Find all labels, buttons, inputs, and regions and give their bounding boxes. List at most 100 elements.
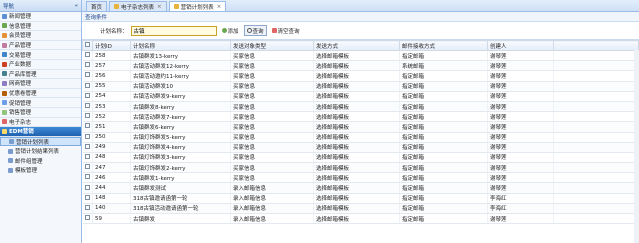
row-select-cell[interactable] <box>82 203 93 215</box>
sidebar-subitem[interactable]: 邮件组管理 <box>0 156 81 166</box>
table-row[interactable]: 253 古镇群发8-kerry 买家信息 选择邮箱模板 指定邮箱 谢琴莲 <box>82 101 639 113</box>
table-row[interactable]: 244 古镇群发测试 录入邮箱信息 选择邮箱模板 指定邮箱 谢琴莲 <box>82 182 639 194</box>
sidebar-subitem[interactable]: 营销计划结果列表 <box>0 146 81 156</box>
select-all-cell[interactable] <box>82 40 93 51</box>
table-row[interactable]: 256 古镇活动邀约11-kerry 买家信息 选择邮箱模板 指定邮箱 谢琴莲 <box>82 70 639 82</box>
sidebar-item[interactable]: 新闻管理 <box>0 12 81 22</box>
sidebar-item[interactable]: 产品管理 <box>0 41 81 51</box>
table-row[interactable]: 249 古镇灯饰群发4-kerry 买家信息 选择邮箱模板 指定邮箱 谢琴莲 <box>82 142 639 153</box>
column-header[interactable]: 发送方式 <box>313 40 400 51</box>
table-cell-empty <box>553 101 639 113</box>
clear-icon <box>271 28 277 33</box>
row-select-cell[interactable] <box>82 182 93 194</box>
sidebar-item[interactable]: 会员管理 <box>0 31 81 41</box>
row-checkbox[interactable] <box>84 103 90 109</box>
row-checkbox[interactable] <box>84 143 90 149</box>
row-checkbox[interactable] <box>84 215 90 221</box>
sidebar-subitem[interactable]: 营销计划列表 <box>0 136 81 147</box>
row-select-cell[interactable] <box>82 50 93 62</box>
close-icon[interactable]: × <box>217 4 222 10</box>
row-checkbox[interactable] <box>84 62 90 68</box>
close-icon[interactable]: × <box>157 4 162 10</box>
table-cell-empty <box>553 111 639 123</box>
table-row[interactable]: 246 古镇群发1-kerry 买家信息 选择邮箱模板 指定邮箱 谢琴莲 <box>82 172 639 184</box>
table-row[interactable]: 252 古镇活动群发7-kerry 买家信息 选择邮箱模板 指定邮箱 谢琴莲 <box>82 111 639 123</box>
row-select-cell[interactable] <box>82 162 93 174</box>
tab[interactable]: 营销计划列表 × <box>168 1 227 11</box>
column-header[interactable]: 计划名称 <box>130 40 231 51</box>
table-cell: 古镇活动群发9-kerry <box>130 91 231 102</box>
row-select-cell[interactable] <box>82 142 93 153</box>
column-header[interactable]: 计划ID <box>92 40 131 51</box>
column-header[interactable]: 发送对象类型 <box>230 40 314 51</box>
sidebar-group-edm[interactable]: EDM营销 <box>0 127 81 137</box>
table-row[interactable]: 258 古镇群发13-kerry 买家信息 选择邮箱模板 指定邮箱 谢琴莲 <box>82 50 639 62</box>
row-checkbox[interactable] <box>84 113 90 119</box>
table-row[interactable]: 148 318古镇邀请函第一轮 录入邮箱信息 选择邮箱模板 指定邮箱 李海红 <box>82 193 639 204</box>
row-select-cell[interactable] <box>82 91 93 102</box>
sidebar-item[interactable]: 优惠卷管理 <box>0 89 81 99</box>
row-checkbox[interactable] <box>84 123 90 129</box>
column-header[interactable]: 创建人 <box>487 40 554 51</box>
table-row[interactable]: 251 古镇群发6-kerry 买家信息 选择邮箱模板 指定邮箱 谢琴莲 <box>82 121 639 133</box>
sidebar-item[interactable]: 促销管理 <box>0 98 81 108</box>
collapse-icon[interactable]: « <box>75 3 78 9</box>
select-all-checkbox[interactable] <box>85 42 90 47</box>
query-button[interactable]: 查询 <box>243 25 267 36</box>
tab[interactable]: 首页 <box>86 1 108 11</box>
row-checkbox[interactable] <box>84 82 90 88</box>
menu-icon <box>2 42 7 48</box>
table-row[interactable]: 248 古镇灯饰群发3-kerry 买家信息 选择邮箱模板 指定邮箱 谢琴莲 <box>82 152 639 164</box>
table-cell: 古镇灯饰群发5-kerry <box>130 132 231 143</box>
table-cell: 148 <box>92 193 131 204</box>
table-row[interactable]: 59 古镇群发 录入邮箱信息 选择邮箱模板 指定邮箱 谢琴莲 <box>82 213 639 225</box>
row-checkbox[interactable] <box>84 92 90 98</box>
table-row[interactable]: 254 古镇活动群发9-kerry 买家信息 选择邮箱模板 指定邮箱 谢琴莲 <box>82 91 639 102</box>
row-select-cell[interactable] <box>82 111 93 123</box>
table-row[interactable]: 257 古镇活动群发12-kerry 买家信息 选择邮箱模板 系统邮箱 谢琴莲 <box>82 60 639 72</box>
sidebar-item[interactable]: 电子杂志 <box>0 118 81 128</box>
vertical-scrollbar[interactable] <box>634 50 639 243</box>
table-row[interactable]: 247 古镇灯饰群发2-kerry 买家信息 选择邮箱模板 指定邮箱 谢琴莲 <box>82 162 639 174</box>
query-button-label: 查询 <box>252 28 264 35</box>
row-select-cell[interactable] <box>82 60 93 72</box>
table-row[interactable]: 140 318古镇活动邀请函第一轮 录入邮箱信息 选择邮箱模板 指定邮箱 李海红 <box>82 203 639 215</box>
row-checkbox[interactable] <box>84 153 90 159</box>
column-header[interactable]: 邮件接收方式 <box>399 40 488 51</box>
sidebar-item[interactable]: 产业数据 <box>0 60 81 70</box>
table-cell: 253 <box>92 101 131 113</box>
row-checkbox[interactable] <box>84 194 90 200</box>
sidebar-subitem-label: 邮件组管理 <box>15 158 43 165</box>
row-select-cell[interactable] <box>82 152 93 164</box>
row-select-cell[interactable] <box>82 132 93 143</box>
row-select-cell[interactable] <box>82 70 93 82</box>
table-row[interactable]: 255 古镇活动群发10 买家信息 选择邮箱模板 指定邮箱 谢琴莲 <box>82 81 639 92</box>
table-row[interactable]: 250 古镇灯饰群发5-kerry 买家信息 选择邮箱模板 指定邮箱 谢琴莲 <box>82 132 639 143</box>
row-select-cell[interactable] <box>82 172 93 184</box>
row-checkbox[interactable] <box>84 174 90 180</box>
row-checkbox[interactable] <box>84 133 90 139</box>
sidebar-item[interactable]: 销售管理 <box>0 108 81 118</box>
table-cell: 谢琴莲 <box>487 70 554 82</box>
clear-query-button[interactable]: 清空查询 <box>270 26 302 35</box>
row-checkbox[interactable] <box>84 184 90 190</box>
sidebar-item[interactable]: 交易管理 <box>0 50 81 60</box>
row-select-cell[interactable] <box>82 81 93 92</box>
row-checkbox[interactable] <box>84 72 90 78</box>
table-cell: 指定邮箱 <box>399 91 488 102</box>
plan-name-input[interactable] <box>130 25 217 36</box>
row-select-cell[interactable] <box>82 101 93 113</box>
row-checkbox[interactable] <box>84 164 90 170</box>
row-checkbox[interactable] <box>84 52 90 58</box>
sidebar-item[interactable]: 信息管理 <box>0 22 81 32</box>
row-select-cell[interactable] <box>82 193 93 204</box>
add-button[interactable]: 添加 <box>220 26 241 35</box>
add-button-label: 添加 <box>227 28 239 35</box>
row-checkbox[interactable] <box>84 204 90 210</box>
tab[interactable]: 电子杂志列表 × <box>109 1 167 11</box>
sidebar-item[interactable]: 产品库管理 <box>0 70 81 80</box>
row-select-cell[interactable] <box>82 213 93 225</box>
row-select-cell[interactable] <box>82 121 93 133</box>
sidebar-subitem[interactable]: 模板管理 <box>0 166 81 176</box>
sidebar-item[interactable]: 网商管理 <box>0 79 81 89</box>
